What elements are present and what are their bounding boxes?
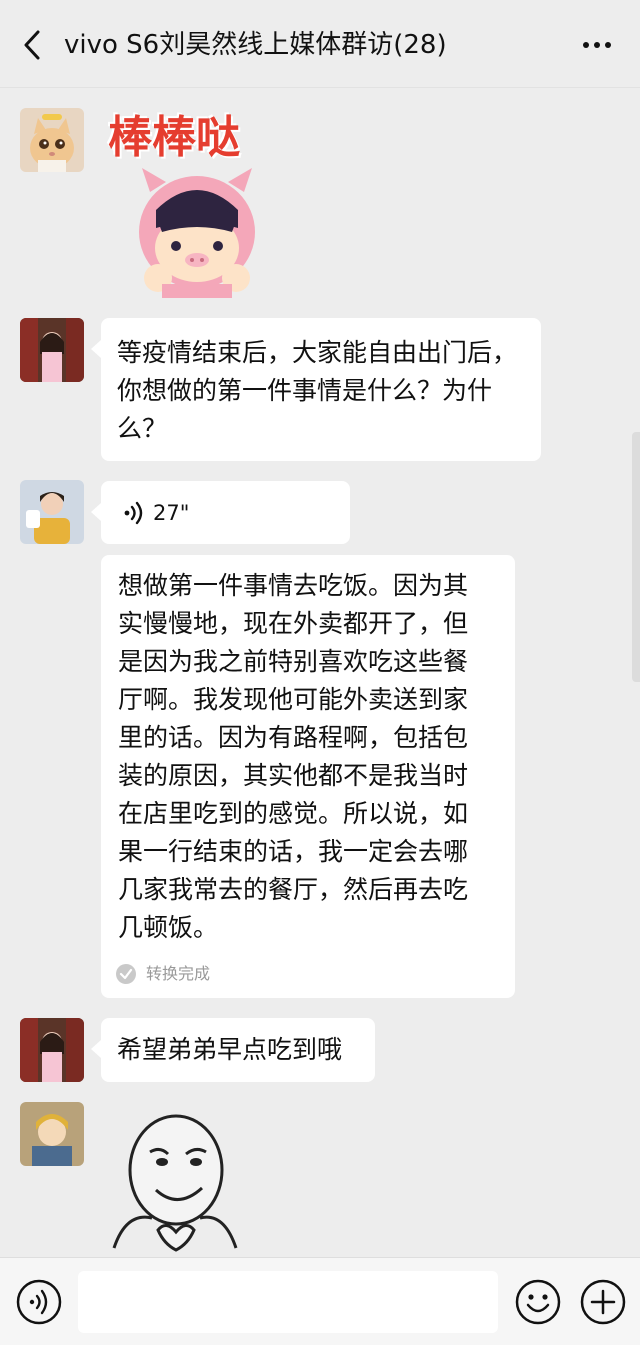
message-input[interactable] xyxy=(78,1271,498,1333)
avatar[interactable] xyxy=(20,480,84,544)
boy-avatar-icon xyxy=(20,480,84,544)
chat-title: vivo S6刘昊然线上媒体群访(28) xyxy=(64,30,447,60)
avatar[interactable] xyxy=(20,1102,84,1166)
transcript-text: 想做第一件事情去吃饭。因为其 实慢慢地，现在外卖都开了，但 是因为我之前特别喜欢… xyxy=(118,571,469,942)
message-text: 等疫情结束后，大家能自由出门后， 你想做的第一件事情是什么？为什 么？ xyxy=(117,338,518,443)
avatar[interactable] xyxy=(20,108,84,172)
more-options-icon[interactable] xyxy=(580,30,614,60)
sticker-bangbangda[interactable]: 棒棒哒 xyxy=(104,108,294,298)
transcript-bubble[interactable]: 想做第一件事情去吃饭。因为其 实慢慢地，现在外卖都开了，但 是因为我之前特别喜欢… xyxy=(101,555,515,998)
voice-duration: 27" xyxy=(153,501,190,525)
girl-avatar-icon xyxy=(20,318,84,382)
voice-message-bubble[interactable]: 27" xyxy=(91,481,350,544)
cat-avatar-icon xyxy=(20,108,84,172)
plus-icon[interactable] xyxy=(580,1279,626,1325)
avatar[interactable] xyxy=(20,318,84,382)
anime-avatar-icon xyxy=(20,1102,84,1166)
transcript-status-label: 转换完成 xyxy=(146,964,211,983)
check-circle-icon xyxy=(116,964,136,984)
girl-avatar-icon xyxy=(20,1018,84,1082)
sticker-caption: 棒棒哒 xyxy=(108,112,240,163)
pig-boy-icon xyxy=(139,168,255,298)
voice-input-icon[interactable] xyxy=(16,1279,62,1325)
emoji-icon[interactable] xyxy=(515,1279,561,1325)
chat-header: vivo S6刘昊然线上媒体群访(28) xyxy=(0,0,640,88)
message-bubble[interactable]: 希望弟弟早点吃到哦 xyxy=(91,1018,375,1082)
avatar[interactable] xyxy=(20,1018,84,1082)
scroll-handle[interactable] xyxy=(632,432,640,682)
meme-face-sticker-icon[interactable] xyxy=(104,1108,244,1256)
message-text: 希望弟弟早点吃到哦 xyxy=(117,1035,343,1064)
message-bubble[interactable]: 等疫情结束后，大家能自由出门后， 你想做的第一件事情是什么？为什 么？ xyxy=(91,318,541,461)
input-bar xyxy=(0,1257,640,1345)
voice-wave-icon xyxy=(124,501,143,525)
back-arrow-icon[interactable] xyxy=(18,26,48,64)
